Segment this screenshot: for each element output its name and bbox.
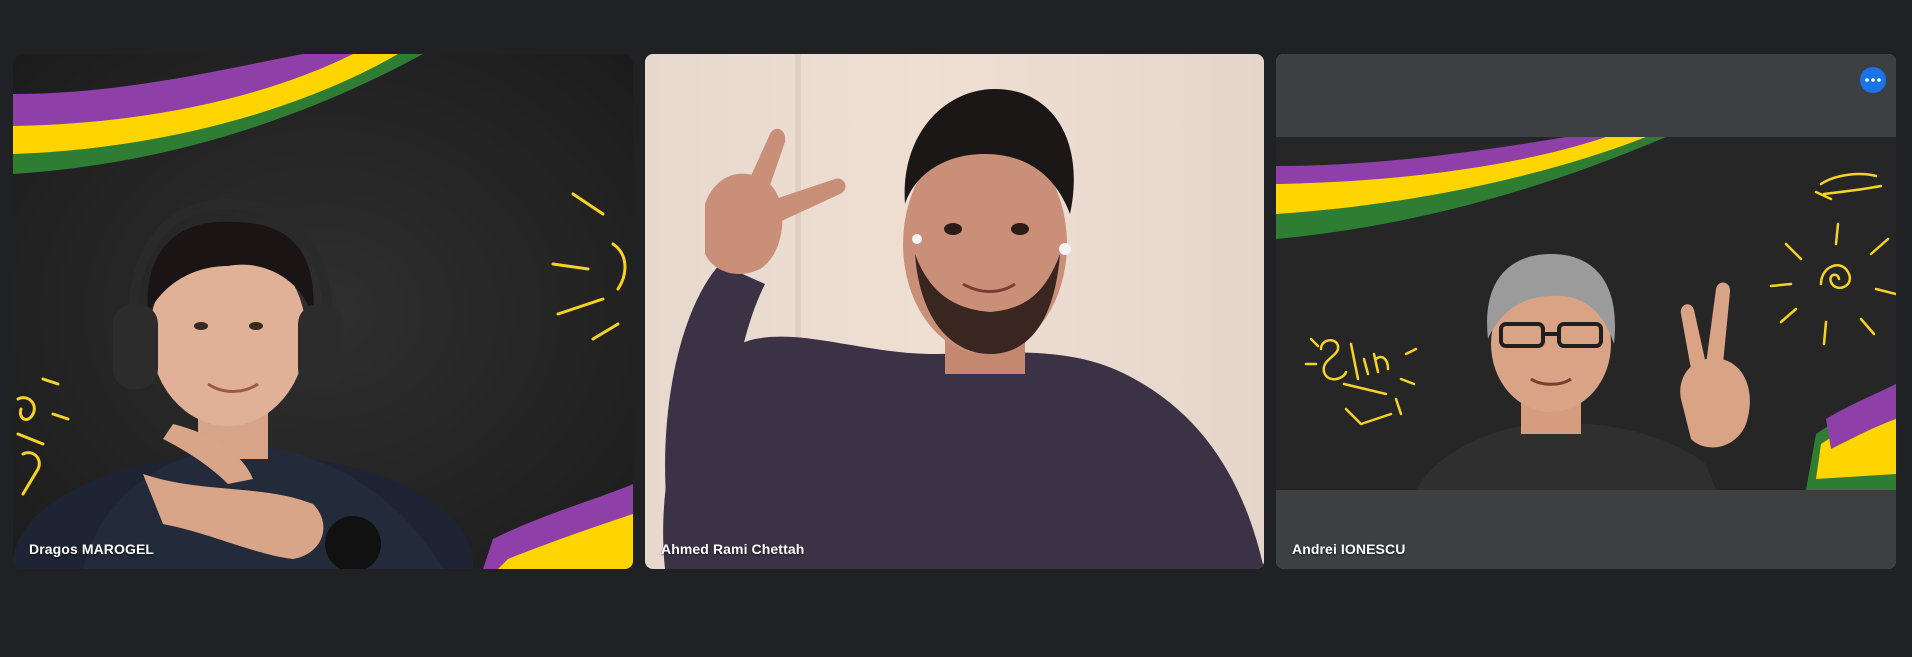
participant-tile-dragos[interactable]: Dragos MAROGEL bbox=[13, 54, 633, 569]
participant-tile-ahmed[interactable]: Ahmed Rami Chettah bbox=[645, 54, 1264, 569]
more-options-button[interactable] bbox=[1860, 67, 1886, 93]
participant-video bbox=[13, 54, 633, 569]
more-horizontal-icon bbox=[1865, 78, 1881, 82]
meeting-video-grid: Dragos MAROGEL Ahmed Rami Chettah Andrei… bbox=[0, 0, 1912, 657]
participant-name: Andrei IONESCU bbox=[1292, 541, 1406, 557]
participant-video bbox=[645, 54, 1264, 569]
participant-name: Dragos MAROGEL bbox=[29, 541, 155, 557]
participant-video bbox=[1276, 54, 1896, 569]
participant-tile-andrei[interactable]: Andrei IONESCU bbox=[1276, 54, 1896, 569]
participant-name: Ahmed Rami Chettah bbox=[661, 541, 805, 557]
